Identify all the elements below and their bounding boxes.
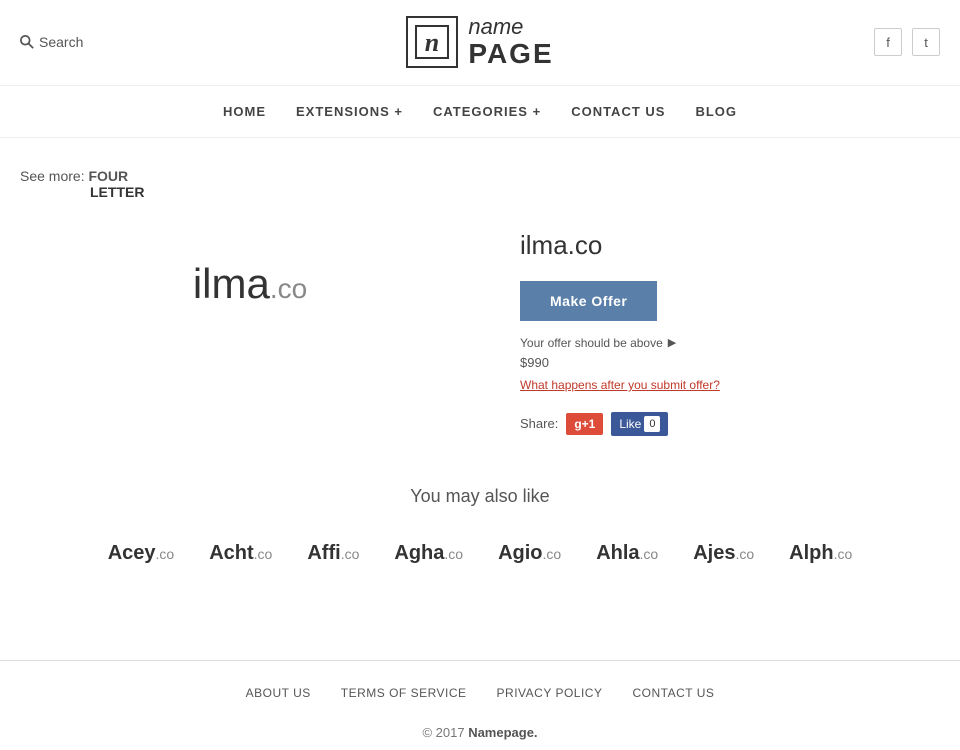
fb-like-label: Like (619, 417, 641, 431)
domain-card[interactable]: Affi.co (297, 537, 369, 570)
logo-name: name (468, 15, 553, 39)
facebook-link[interactable]: f (874, 28, 902, 56)
footer: ABOUT US TERMS OF SERVICE PRIVACY POLICY CO… (0, 661, 960, 750)
domain-tld-logo: .co (270, 273, 307, 304)
domain-card[interactable]: Agha.co (384, 537, 473, 570)
footer-nav-item[interactable]: CONTACT US (632, 686, 714, 700)
domain-card[interactable]: Acey.co (98, 537, 185, 570)
svg-text:n: n (425, 28, 439, 57)
facebook-icon: f (886, 35, 890, 50)
domain-section: ilma.co ilma.co Make Offer Your offer sh… (20, 220, 940, 436)
footer-copyright: © 2017 Namepage. (20, 725, 940, 740)
search-button[interactable]: Search (20, 34, 83, 50)
logo-text: name PAGE (468, 15, 553, 70)
footer-nav-item[interactable]: PRIVACY POLICY (497, 686, 603, 700)
domain-grid: Acey.co Acht.co Affi.co Agha.co Agio.co Ahla.… (20, 537, 940, 570)
social-links: f t (874, 28, 940, 56)
logo-symbol: n (406, 16, 458, 68)
footer-brand: Namepage. (468, 725, 537, 740)
see-more-value-line2: LETTER (90, 184, 940, 200)
offer-arrow-icon: ▶ (668, 336, 676, 349)
domain-logo-area: ilma.co (20, 220, 480, 348)
nav-blog[interactable]: BLOG (695, 104, 737, 119)
footer-nav-item[interactable]: ABOUT US (246, 686, 311, 700)
also-like-section: You may also like Acey.coAcht.coAffi.coA… (20, 486, 940, 570)
domain-card[interactable]: Acht.co (199, 537, 282, 570)
see-more-label: See more: (20, 168, 85, 184)
footer-nav-item[interactable]: TERMS OF SERVICE (341, 686, 467, 700)
copyright-text: © 2017 (422, 725, 464, 740)
gplus-button[interactable]: g+1 (566, 413, 603, 435)
search-label: Search (39, 34, 83, 50)
domain-info: ilma.co Make Offer Your offer should be … (520, 220, 940, 436)
twitter-icon: t (924, 35, 928, 50)
nav-contact[interactable]: CONTACT US (571, 104, 665, 119)
logo-page: PAGE (468, 39, 553, 70)
breadcrumb: See more: FOUR LETTER (20, 168, 940, 200)
domain-card[interactable]: Alph.co (779, 537, 862, 570)
footer-nav: ABOUT US TERMS OF SERVICE PRIVACY POLICY CO… (20, 686, 940, 700)
offer-hint-text: Your offer should be above (520, 336, 663, 350)
search-icon (20, 35, 34, 49)
domain-logo: ilma.co (193, 260, 307, 308)
header: Search n name PAGE f t (0, 0, 960, 86)
see-more-value-line1: FOUR (88, 168, 128, 184)
domain-card[interactable]: Ajes.co (683, 537, 764, 570)
domain-name-logo: ilma (193, 260, 270, 307)
what-happens-link[interactable]: What happens after you submit offer? (520, 378, 940, 392)
offer-hint: Your offer should be above ▶ (520, 336, 940, 350)
offer-amount: $990 (520, 355, 940, 370)
logo[interactable]: n name PAGE (406, 15, 553, 70)
domain-card[interactable]: Agio.co (488, 537, 571, 570)
make-offer-button[interactable]: Make Offer (520, 281, 657, 321)
share-label: Share: (520, 416, 558, 431)
facebook-like-button[interactable]: Like 0 (611, 412, 668, 436)
fb-count: 0 (644, 416, 660, 432)
main-nav: HOME EXTENSIONS + CATEGORIES + CONTACT U… (0, 86, 960, 138)
share-row: Share: g+1 Like 0 (520, 412, 940, 436)
also-like-title: You may also like (20, 486, 940, 507)
nav-categories[interactable]: CATEGORIES + (433, 104, 541, 119)
nav-home[interactable]: HOME (223, 104, 266, 119)
nav-extensions[interactable]: EXTENSIONS + (296, 104, 403, 119)
main-content: See more: FOUR LETTER ilma.co ilma.co Ma… (0, 138, 960, 640)
domain-title: ilma.co (520, 230, 940, 261)
twitter-link[interactable]: t (912, 28, 940, 56)
domain-card[interactable]: Ahla.co (586, 537, 668, 570)
